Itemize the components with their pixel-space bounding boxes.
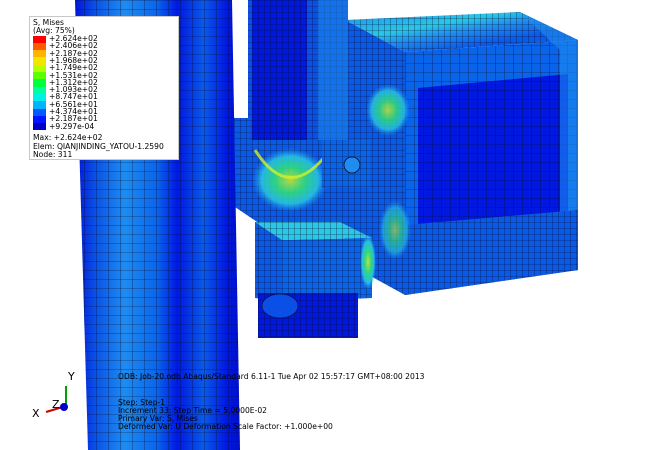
lower-block-hotspot [360,234,376,290]
legend-swatch [33,35,46,43]
pusher-column-side [318,0,348,145]
legend-swatch [33,93,46,102]
jaw-pin-hole [343,156,361,174]
box-lower-ledge-mesh [405,210,578,295]
legend-swatch [33,123,46,131]
legend-swatch [33,108,46,116]
legend-swatch [33,86,46,94]
lower-base-cavity [261,293,299,319]
legend-swatch [33,72,46,80]
box-frame-part[interactable] [345,12,578,295]
box-stress-patch-low [379,200,411,260]
legend-entry: +9.297e-04 [33,121,175,131]
triad-z-label: Z [52,398,60,411]
legend-swatch [33,42,46,51]
legend-swatch [33,79,46,87]
legend-swatch [33,115,46,124]
triad-y-label: Y [68,370,75,383]
legend-swatch [33,57,46,65]
triad-z-axis [60,403,68,411]
legend-swatch [33,101,46,109]
legend-swatch [33,50,46,58]
pusher-column-part[interactable] [248,0,348,145]
legend-node: Node: 311 [33,150,73,160]
lower-block-part[interactable] [255,222,376,338]
jaw-block-hotspot [252,148,328,212]
legend-swatch [33,64,46,73]
odb-info-line: ODB: Job-20.odb Abaqus/Standard 6.11-1 T… [118,372,425,381]
triad-x-label: X [32,407,40,420]
box-stress-patch [366,84,410,136]
legend-rows: +2.624e+02 +2.406e+02 +2.187e+02 +1.968e+02… [33,34,175,131]
legend-value: +9.297e-04 [49,121,95,131]
contour-legend: S, Mises (Avg: 75%) +2.624e+02 +2.406e+02… [29,16,179,160]
deformed-var-line: Deformed Var: U Deformation Scale Factor… [118,422,333,431]
lower-block-mesh [255,222,372,302]
